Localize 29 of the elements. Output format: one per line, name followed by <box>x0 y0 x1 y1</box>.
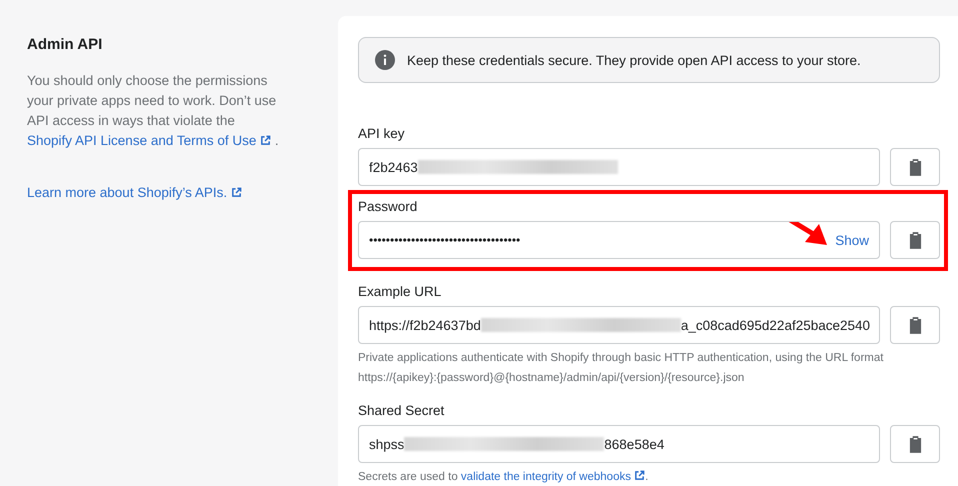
external-link-icon <box>230 187 242 198</box>
input-field[interactable]: •••••••••••••••••••••••••••••••••••• Show <box>358 221 880 259</box>
help-text: Secrets are used to validate the integrity of webhooks . <box>358 469 650 485</box>
field-label: Example URL <box>358 284 442 299</box>
section-description: You should only choose the permissions your private apps need to work. Don’t use API access in ways that violate the Shopify API License and Terms of Use . <box>27 72 279 150</box>
copy-button[interactable] <box>890 425 940 463</box>
external-link-icon <box>634 470 646 481</box>
webhooks-link[interactable]: validate the integrity of webhooks <box>460 471 646 483</box>
show-link[interactable]: Show <box>835 232 869 248</box>
input-field[interactable]: f2b2463 <box>358 148 880 186</box>
license-link[interactable]: Shopify API License and Terms of Use <box>27 133 272 148</box>
clipboard-icon <box>908 158 922 176</box>
clipboard-icon <box>908 316 922 334</box>
external-link-icon <box>260 135 272 146</box>
info-icon <box>375 50 395 70</box>
help-text: Private applications authenticate with Shopify through basic HTTP authentication, using the URL format https://{apikey}:{password}@{hostname}/admin/api/{version}/{resource}.json <box>358 351 884 386</box>
field-label: Password <box>358 199 418 214</box>
field-label: Shared Secret <box>358 403 444 418</box>
notice-text: Keep these credentials secure. They provide open API access to your store. <box>407 52 861 68</box>
learn-more-link[interactable]: Learn more about Shopify’s APIs. <box>27 185 242 200</box>
clipboard-icon <box>908 436 922 452</box>
copy-button[interactable] <box>890 148 940 186</box>
section-title: Admin API <box>27 36 104 53</box>
input-field[interactable]: https://f2b24637bd a_c08cad695d22af25bace2540 <box>358 306 880 344</box>
copy-button[interactable] <box>890 306 940 344</box>
clipboard-icon <box>908 232 922 248</box>
copy-button[interactable] <box>890 221 940 259</box>
field-label: API key <box>358 126 405 141</box>
input-field[interactable]: shpss 868e58e4 <box>358 425 880 463</box>
